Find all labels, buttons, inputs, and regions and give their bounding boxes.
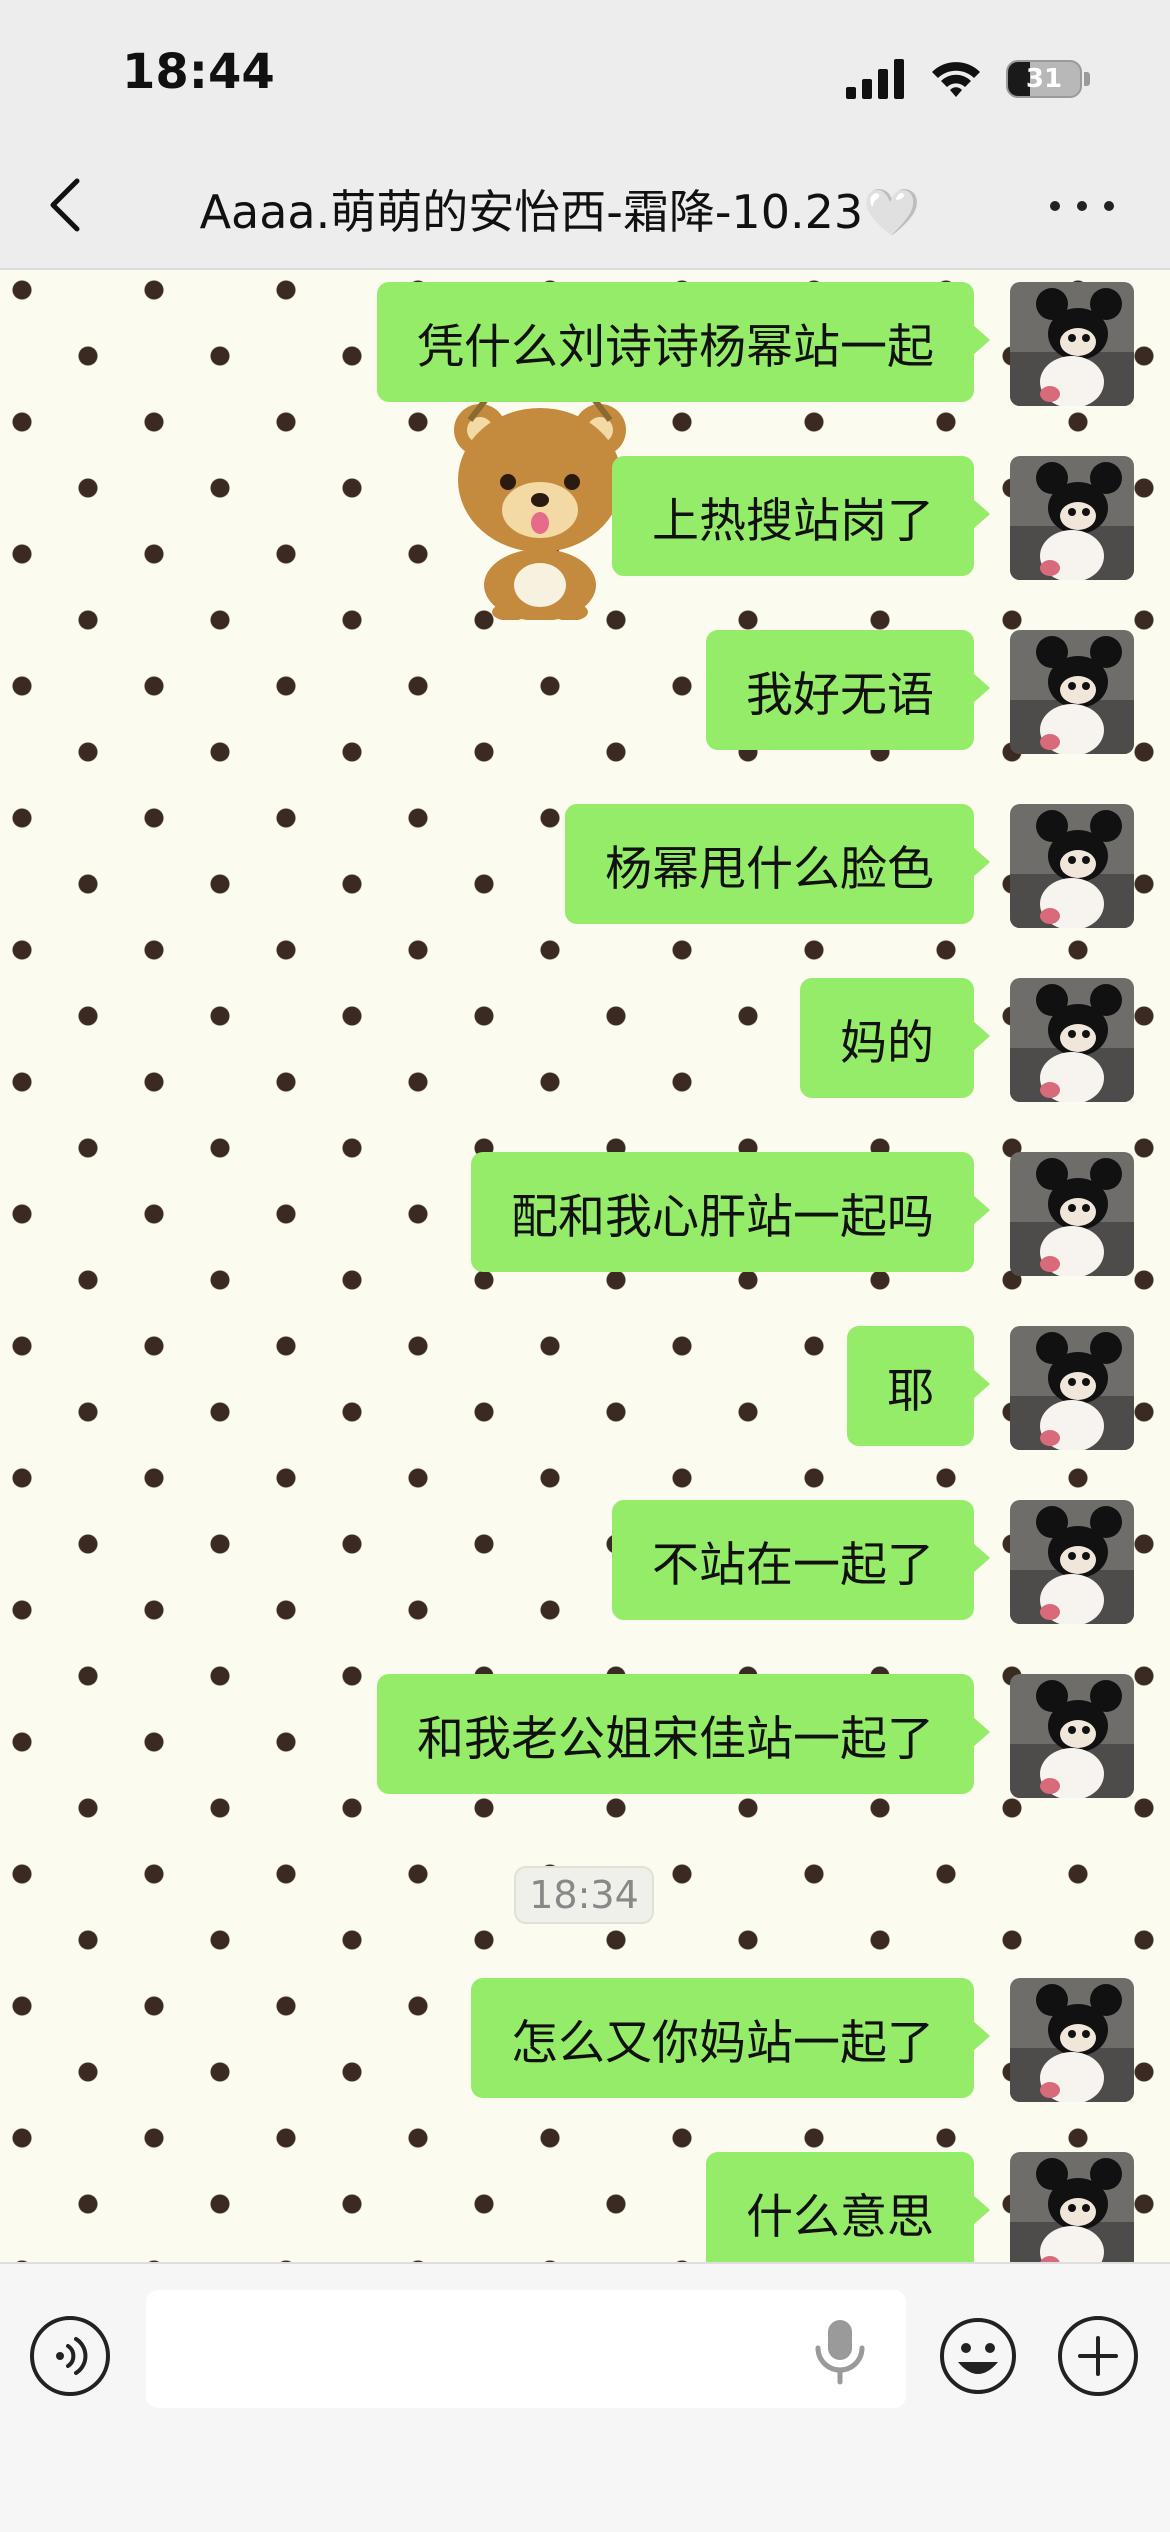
message-bubble[interactable]: 妈的: [800, 978, 990, 1098]
avatar[interactable]: [1010, 282, 1134, 406]
message-row: 杨幂甩什么脸色: [0, 798, 1170, 928]
voice-button[interactable]: [30, 2316, 110, 2396]
more-button[interactable]: [1050, 188, 1114, 224]
emoji-icon[interactable]: [938, 2316, 1018, 2396]
avatar[interactable]: [1010, 1500, 1134, 1624]
message-row: 妈的: [0, 972, 1170, 1102]
message-row: 什么意思: [0, 2146, 1170, 2262]
top-bar: 18:44 31 Aaaa.萌萌的安怡西-霜降-10.23🤍: [0, 0, 1170, 270]
chevron-left-icon: [50, 178, 80, 232]
message-bubble[interactable]: 不站在一起了: [612, 1500, 990, 1620]
message-bubble[interactable]: 和我老公姐宋佳站一起了: [377, 1674, 990, 1794]
avatar[interactable]: [1010, 630, 1134, 754]
message-row: 凭什么刘诗诗杨幂站一起: [0, 276, 1170, 406]
chat-area[interactable]: 凭什么刘诗诗杨幂站一起上热搜站岗了我好无语杨幂甩什么脸色妈的配和我心肝站一起吗耶…: [0, 270, 1170, 2262]
message-row: 我好无语: [0, 624, 1170, 754]
message-row: 和我老公姐宋佳站一起了: [0, 1668, 1170, 1798]
message-row: 上热搜站岗了: [0, 450, 1170, 580]
avatar[interactable]: [1010, 456, 1134, 580]
message-bubble[interactable]: 配和我心肝站一起吗: [471, 1152, 990, 1272]
chat-title: Aaaa.萌萌的安怡西-霜降-10.23🤍: [199, 185, 921, 239]
plus-button[interactable]: [1058, 2316, 1138, 2396]
avatar-image: [1010, 804, 1134, 928]
message-bubble[interactable]: 什么意思: [706, 2152, 990, 2262]
more-icon-dot: [1050, 201, 1060, 211]
message-row: 不站在一起了: [0, 1494, 1170, 1624]
message-row: 怎么又你妈站一起了: [0, 1972, 1170, 2102]
more-icon-dot: [1077, 201, 1087, 211]
avatar[interactable]: [1010, 804, 1134, 928]
message-input[interactable]: [146, 2290, 906, 2408]
voice-icon: [56, 2337, 88, 2375]
message-bubble[interactable]: 怎么又你妈站一起了: [471, 1978, 990, 2098]
battery-nub: [1084, 72, 1090, 86]
avatar[interactable]: [1010, 978, 1134, 1102]
avatar-image: [1010, 282, 1134, 406]
avatar-image: [1010, 2152, 1134, 2262]
input-bar: [0, 2262, 1170, 2532]
avatar-image: [1010, 1674, 1134, 1798]
message-row: 耶: [0, 1320, 1170, 1450]
avatar-image: [1010, 1326, 1134, 1450]
mic-icon[interactable]: [810, 2316, 870, 2386]
status-time: 18:44: [122, 44, 275, 100]
avatar-image: [1010, 978, 1134, 1102]
more-icon-dot: [1104, 201, 1114, 211]
avatar[interactable]: [1010, 1152, 1134, 1276]
avatar[interactable]: [1010, 1674, 1134, 1798]
back-button[interactable]: [40, 170, 90, 240]
avatar-image: [1010, 1152, 1134, 1276]
message-bubble[interactable]: 凭什么刘诗诗杨幂站一起: [377, 282, 990, 402]
avatar[interactable]: [1010, 2152, 1134, 2262]
message-bubble[interactable]: 杨幂甩什么脸色: [565, 804, 990, 924]
avatar[interactable]: [1010, 1326, 1134, 1450]
battery-icon: 31: [1006, 60, 1082, 98]
status-icons: 31: [846, 54, 1090, 104]
message-bubble[interactable]: 上热搜站岗了: [612, 456, 990, 576]
message-bubble[interactable]: 我好无语: [706, 630, 990, 750]
avatar-image: [1010, 1500, 1134, 1624]
time-separator: 18:34: [514, 1866, 654, 1924]
battery-level: 31: [1025, 64, 1063, 94]
message-row: 配和我心肝站一起吗: [0, 1146, 1170, 1276]
signal-icon: [846, 59, 904, 99]
avatar-image: [1010, 630, 1134, 754]
avatar-image: [1010, 456, 1134, 580]
plus-icon: [1078, 2336, 1118, 2376]
wifi-icon: [932, 62, 980, 97]
message-bubble[interactable]: 耶: [847, 1326, 990, 1446]
avatar-image: [1010, 1978, 1134, 2102]
avatar[interactable]: [1010, 1978, 1134, 2102]
